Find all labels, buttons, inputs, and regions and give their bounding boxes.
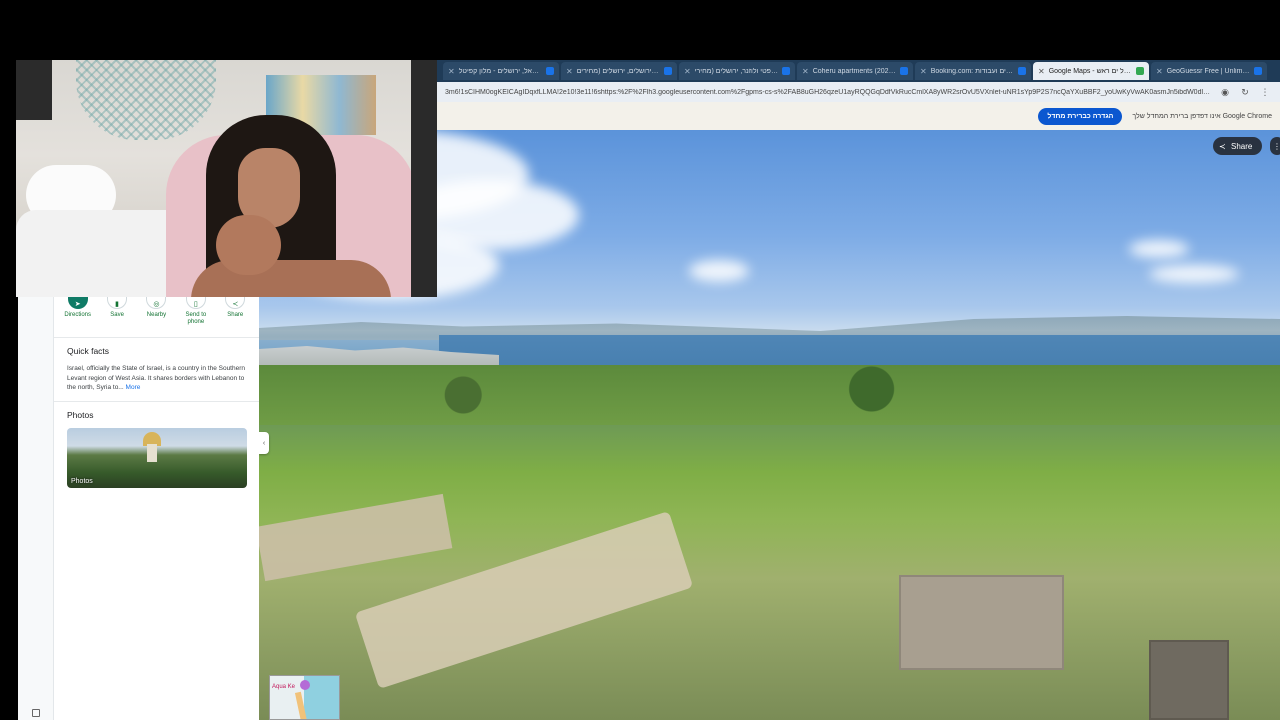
action-share[interactable]: ≺ Share: [217, 297, 253, 337]
photos-section: Photos Photos: [54, 402, 259, 496]
share-icon: ≺: [225, 297, 246, 309]
favicon-icon: [1136, 67, 1144, 75]
tab-title: Coheru apartments (2025 ב' ל: [812, 67, 896, 75]
door: [411, 60, 437, 297]
address-bar[interactable]: 3m6!1sCIHM0ogKEICAgIDqxfLLMA!2e10!3e11!6…: [437, 82, 1280, 102]
browser-tab[interactable]: ✕Google Maps - ישראל ים ראש: [1033, 62, 1149, 80]
favicon-icon: [546, 67, 554, 75]
favicon-icon: [1018, 67, 1026, 75]
quick-facts-text: Israel, officially the State of Israel, …: [67, 364, 246, 393]
reload-icon[interactable]: ↻: [1238, 85, 1252, 99]
shrine-tower: [147, 443, 157, 462]
more-options-button[interactable]: ⋮: [1270, 137, 1280, 155]
tab-title: GeoGuessr Free | Unlimited Ma: [1166, 67, 1250, 75]
bookmark-icon: ▮: [107, 297, 128, 309]
share-button[interactable]: ≺ Share: [1213, 137, 1263, 155]
wall-poster: [16, 60, 52, 120]
tab-title: מלון פטי ולוזנר, ירושלים (מחירי: [694, 67, 778, 75]
more-link[interactable]: More: [126, 384, 141, 391]
share-icon: ≺: [1219, 141, 1226, 151]
webcam-overlay: [16, 60, 437, 297]
fishing-net-decor: [76, 60, 216, 140]
cloud: [1149, 265, 1239, 283]
browser-tab[interactable]: ✕ ישראל, ירושלים - מלון קפיטל: [443, 62, 559, 80]
google-lens-icon[interactable]: ◉: [1218, 85, 1232, 99]
browser-tab[interactable]: ✕Coheru apartments (2025 ב' ל: [797, 62, 913, 80]
close-tab-icon[interactable]: ✕: [566, 67, 573, 76]
favicon-icon: [782, 67, 790, 75]
treeline: [259, 365, 1280, 425]
collapse-panel-handle[interactable]: ‹: [259, 432, 269, 454]
stone-block: [899, 575, 1064, 670]
action-label: Nearby: [146, 312, 167, 318]
minimap-place-label: Aqua Ke: [272, 684, 296, 690]
close-tab-icon[interactable]: ✕: [1156, 67, 1163, 76]
close-tab-icon[interactable]: ✕: [448, 67, 455, 76]
street-view-minimap[interactable]: Aqua Ke: [269, 675, 340, 720]
action-nearby[interactable]: ◎ Nearby: [138, 297, 174, 337]
tab-title: מלון ירושלים, ירושלים (מחירים: [576, 67, 660, 75]
nearby-icon: ◎: [146, 297, 167, 309]
close-tab-icon[interactable]: ✕: [1038, 67, 1045, 76]
browser-tab[interactable]: ✕Booking.com: מלונים ועבודות: [915, 62, 1031, 80]
action-label: Send to phone: [185, 312, 207, 325]
default-browser-infobar: הגדרה כברירת מחדל אינו דפדפן ברירת המחדל…: [437, 102, 1280, 130]
ruin-wall: [259, 493, 453, 582]
screen: ✕ ישראל, ירושלים - מלון קפיטל ✕ מלון ירושלי…: [0, 0, 1280, 720]
browser-tab-strip: ✕ ישראל, ירושלים - מלון קפיטל ✕ מלון ירושלי…: [437, 60, 1280, 82]
directions-icon: ➤: [67, 297, 88, 309]
tab-title: Google Maps - ישראל ים ראש: [1048, 67, 1132, 75]
action-save[interactable]: ▮ Save: [99, 297, 135, 337]
favicon-icon: [900, 67, 908, 75]
favicon-icon: [664, 67, 672, 75]
person-hand: [216, 215, 281, 275]
action-label: Directions: [64, 312, 92, 318]
menu-dots-icon[interactable]: ⋮: [1258, 85, 1272, 99]
infobar-message: אינו דפדפן ברירת המחדל שלך Google Chrome: [1132, 112, 1272, 120]
place-actions: ➤ Directions ▮ Save ◎ Nearby ▯ Send to phone ≺ Sh…: [54, 297, 259, 337]
cloud: [689, 260, 749, 282]
photos-heading: Photos: [67, 409, 94, 420]
browser-tab[interactable]: ✕ מלון ירושלים, ירושלים (מחירים: [561, 62, 677, 80]
tab-title: Booking.com: מלונים ועבודות: [930, 67, 1014, 75]
photos-thumbnail-label: Photos: [71, 477, 93, 485]
action-label: Save: [110, 312, 124, 318]
stone-block: [1149, 640, 1229, 720]
saved-icon[interactable]: [32, 709, 40, 717]
cloud: [1129, 240, 1189, 258]
action-directions[interactable]: ➤ Directions: [60, 297, 96, 337]
url-text[interactable]: 3m6!1sCIHM0ogKEICAgIDqxfLLMA!2e10!3e11!6…: [445, 89, 1212, 96]
person-torso: [191, 260, 391, 297]
place-side-panel: ➤ Directions ▮ Save ◎ Nearby ▯ Send to phone ≺ Sh…: [54, 297, 259, 720]
quick-facts-section: Quick facts Israel, officially the State…: [54, 338, 259, 401]
close-tab-icon[interactable]: ✕: [920, 67, 927, 76]
minimap-pin-icon: [300, 680, 310, 690]
action-send-to-phone[interactable]: ▯ Send to phone: [178, 297, 214, 337]
tab-title: ישראל, ירושלים - מלון קפיטל: [458, 67, 542, 75]
photos-thumbnail[interactable]: Photos: [67, 427, 247, 488]
set-default-button[interactable]: הגדרה כברירת מחדל: [1038, 107, 1123, 125]
share-label: Share: [1231, 141, 1253, 151]
phone-icon: ▯: [185, 297, 206, 309]
browser-tab[interactable]: ✕GeoGuessr Free | Unlimited Ma: [1151, 62, 1267, 80]
close-tab-icon[interactable]: ✕: [802, 67, 809, 76]
action-label: Share: [227, 312, 244, 318]
maps-left-rail: [18, 297, 54, 720]
close-tab-icon[interactable]: ✕: [684, 67, 691, 76]
quick-facts-body: Israel, officially the State of Israel, …: [67, 365, 246, 391]
favicon-icon: [1254, 67, 1262, 75]
quick-facts-heading: Quick facts: [67, 346, 110, 356]
browser-tab[interactable]: ✕ מלון פטי ולוזנר, ירושלים (מחירי: [679, 62, 795, 80]
